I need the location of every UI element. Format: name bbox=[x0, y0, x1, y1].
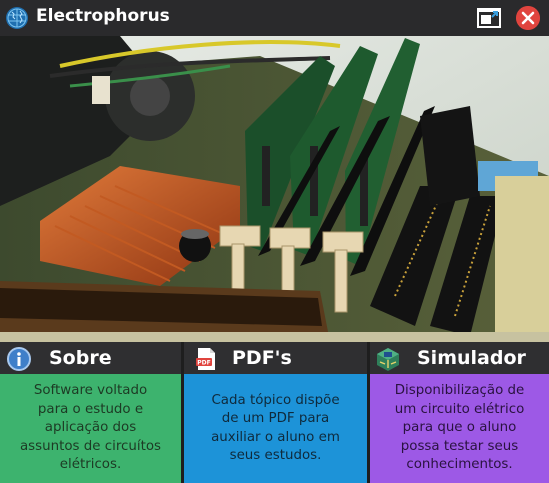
app-title: Electrophorus bbox=[36, 6, 170, 26]
card-body: Software voltado para o estudo e aplicaç… bbox=[0, 374, 181, 483]
title-bar: Electrophorus bbox=[0, 0, 549, 36]
card-title: Sobre bbox=[49, 347, 112, 369]
card-description: Software voltado para o estudo e aplicaç… bbox=[19, 383, 162, 473]
motherboard-photo bbox=[0, 36, 549, 342]
pdf-file-icon: PDF bbox=[196, 348, 215, 370]
card-title: PDF's bbox=[232, 347, 292, 369]
restore-window-icon[interactable] bbox=[476, 6, 502, 30]
card-description: Cada tópico dispõe de um PDF para auxili… bbox=[211, 392, 340, 464]
card-body: Cada tópico dispõe de um PDF para auxili… bbox=[184, 374, 367, 483]
card-sobre[interactable]: Sobre Software voltado para o estudo e a… bbox=[0, 342, 181, 483]
info-icon bbox=[7, 347, 31, 371]
card-title: Simulador bbox=[417, 347, 526, 369]
card-header: Sobre bbox=[0, 342, 181, 374]
svg-text:PDF: PDF bbox=[197, 360, 210, 367]
card-body: Disponibilização de um circuito elétrico… bbox=[370, 374, 549, 483]
close-icon[interactable] bbox=[516, 6, 540, 30]
card-description: Disponibilização de um circuito elétrico… bbox=[394, 383, 525, 473]
card-simulador[interactable]: Simulador Disponibilização de um circuit… bbox=[370, 342, 549, 483]
card-header: Simulador bbox=[370, 342, 549, 374]
card-header: PDF PDF's bbox=[184, 342, 367, 374]
globe-logo-icon bbox=[6, 7, 28, 29]
circuit-board-icon bbox=[377, 348, 399, 371]
card-pdfs[interactable]: PDF PDF's Cada tópico dispõe de um PDF p… bbox=[184, 342, 367, 483]
